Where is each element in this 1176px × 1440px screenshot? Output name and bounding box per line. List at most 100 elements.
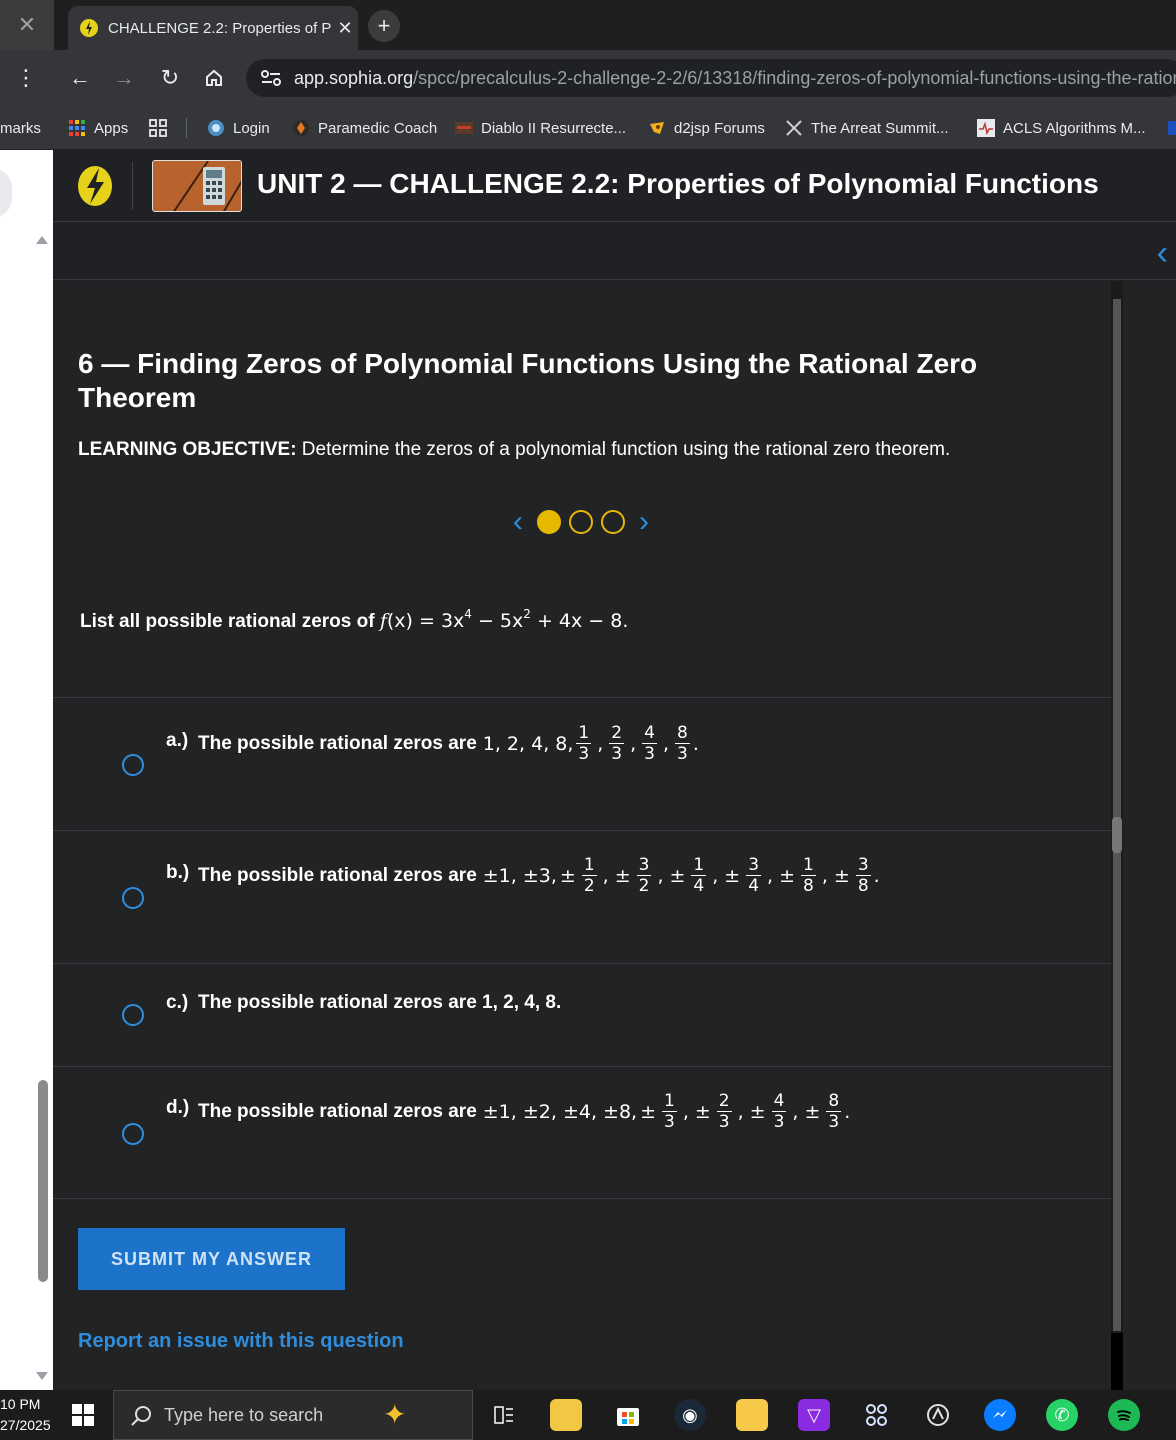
bookmark-login[interactable]: Login [207, 106, 270, 150]
report-issue-link[interactable]: Report an issue with this question [78, 1330, 404, 1353]
numerator: 2 [716, 1091, 732, 1112]
scroll-down-icon[interactable] [36, 1372, 48, 1380]
pager-dot-1[interactable] [537, 510, 561, 534]
choice-text: The possible rational zeros are 1, 2, 4,… [198, 723, 699, 764]
copilot-sparkle-icon[interactable]: ✦ [383, 1398, 406, 1431]
plus-minus: ± [724, 864, 741, 887]
address-bar[interactable]: app.sophia.org/spcc/precalculus-2-challe… [246, 59, 1176, 97]
question-title: 6 — Finding Zeros of Polynomial Function… [78, 348, 978, 413]
function-part: + 4x − 8. [530, 610, 629, 632]
left-side-panel [0, 150, 53, 1390]
connections-icon[interactable] [860, 1399, 892, 1431]
steam-icon[interactable]: ◉ [674, 1399, 706, 1431]
bookmark-apps[interactable]: Apps [68, 106, 128, 150]
scrollbar-track[interactable] [1113, 299, 1121, 1331]
fraction: 12 [581, 855, 597, 896]
answer-choice-a[interactable]: a.) The possible rational zeros are 1, 2… [53, 697, 1111, 830]
answer-choice-d[interactable]: d.) The possible rational zeros are ±1, … [53, 1066, 1111, 1199]
bookmark-arreat-summit[interactable]: The Arreat Summit... [785, 106, 949, 150]
prompt-text: List all possible rational zeros of [80, 611, 380, 632]
answer-choice-c[interactable]: c.) The possible rational zeros are 1, 2… [53, 963, 1111, 1066]
fraction: 43 [771, 1091, 787, 1132]
function-part: − 5x [471, 610, 524, 632]
file-explorer-icon[interactable] [550, 1399, 582, 1431]
collapse-panel-chevron-icon[interactable]: ‹ [1157, 234, 1168, 273]
side-scrollbar-thumb[interactable] [38, 1080, 48, 1282]
bookmark-label: Apps [94, 119, 129, 137]
function-name: f [379, 610, 387, 632]
pager-next-chevron-icon[interactable]: › [629, 505, 659, 539]
sticky-notes-icon[interactable] [736, 1399, 768, 1431]
question-pager: ‹ › [503, 505, 659, 539]
content-scrollbar[interactable] [1111, 281, 1123, 1390]
pager-prev-chevron-icon[interactable]: ‹ [503, 505, 533, 539]
integer-values: ±1, ±2, ±4, ±8, [482, 1100, 638, 1123]
menu-dots-icon[interactable]: ⋮ [10, 62, 42, 94]
bookmarks-label[interactable]: marks [0, 106, 41, 150]
plus-minus: ± [804, 1100, 821, 1123]
exponent: 4 [464, 607, 472, 621]
site-info-icon[interactable] [260, 68, 282, 88]
tab-groups-icon[interactable] [148, 106, 187, 150]
submit-answer-button[interactable]: SUBMIT MY ANSWER [78, 1228, 345, 1290]
bookmark-paramedic-coach[interactable]: Paramedic Coach [292, 106, 437, 150]
home-icon[interactable] [198, 62, 230, 94]
numerator: 3 [746, 855, 762, 876]
tab-close-icon[interactable]: ✕ [332, 18, 358, 39]
scrollbar-thumb[interactable] [1112, 817, 1122, 853]
denominator: 3 [718, 1112, 730, 1132]
messenger-icon[interactable] [984, 1399, 1016, 1431]
plus-minus: ± [614, 864, 631, 887]
sophia-favicon-icon [80, 19, 98, 37]
radio-button-a[interactable] [122, 754, 144, 776]
exponent: 2 [523, 607, 531, 621]
microsoft-store-icon[interactable] [612, 1399, 644, 1431]
task-view-icon[interactable] [488, 1399, 520, 1431]
fraction: 32 [636, 855, 652, 896]
spotify-icon[interactable] [1108, 1399, 1140, 1431]
browser-tab-active[interactable]: CHALLENGE 2.2: Properties of P ✕ [68, 6, 358, 50]
radio-button-d[interactable] [122, 1123, 144, 1145]
bookmark-label: d2jsp Forums [674, 119, 765, 137]
radio-button-b[interactable] [122, 887, 144, 909]
bookmark-acls[interactable]: ACLS Algorithms M... [977, 106, 1146, 150]
forward-icon[interactable]: → [108, 62, 140, 94]
bookmark-d2jsp[interactable]: d2jsp Forums [648, 106, 765, 150]
choice-lead: The possible rational zeros are [198, 1100, 477, 1122]
close-window-icon[interactable]: ✕ [0, 0, 54, 50]
fraction: 14 [691, 855, 707, 896]
fraction: 18 [801, 855, 816, 896]
bookmark-label: Paramedic Coach [318, 119, 438, 137]
clock-date: 27/2025 [0, 1417, 51, 1433]
app-logo-icon[interactable] [922, 1399, 954, 1431]
pager-dot-2[interactable] [569, 510, 593, 534]
proton-vpn-icon[interactable]: ▽ [798, 1399, 830, 1431]
pager-dot-3[interactable] [601, 510, 625, 534]
url-host: app.sophia.org [294, 67, 414, 88]
new-tab-button[interactable]: + [368, 10, 400, 42]
back-icon[interactable]: ← [64, 62, 96, 94]
bookmark-label: Login [233, 119, 270, 137]
choice-letter: d.) [166, 1097, 190, 1118]
scroll-up-icon[interactable] [36, 236, 48, 244]
sophia-logo-icon[interactable] [75, 164, 115, 208]
header-divider [132, 162, 133, 210]
reload-icon[interactable]: ↻ [154, 62, 186, 94]
taskbar-clock[interactable]: 10 PM 27/2025 [0, 1394, 51, 1436]
choice-values: 1, 2, 4, 8, 13, 23, 43, 83. [482, 723, 699, 764]
fraction: 38 [855, 855, 871, 896]
whatsapp-icon[interactable]: ✆ [1046, 1399, 1078, 1431]
bookmark-overflow-icon[interactable] [1168, 106, 1176, 150]
search-placeholder: Type here to search [164, 1404, 324, 1425]
side-panel-tab[interactable] [0, 168, 12, 218]
unit-thumbnail [152, 160, 242, 212]
denominator: 3 [664, 1112, 675, 1132]
choice-text: The possible rational zeros are 1, 2, 4,… [198, 992, 567, 1014]
bookmark-diablo[interactable]: Diablo II Resurrecte... [455, 106, 626, 150]
taskbar-search-input[interactable]: Type here to search [113, 1390, 473, 1440]
numerator: 1 [801, 855, 816, 876]
windows-start-icon[interactable] [72, 1404, 94, 1426]
denominator: 3 [578, 744, 590, 764]
answer-choice-b[interactable]: b.) The possible rational zeros are ±1, … [53, 830, 1111, 963]
radio-button-c[interactable] [122, 1004, 144, 1026]
